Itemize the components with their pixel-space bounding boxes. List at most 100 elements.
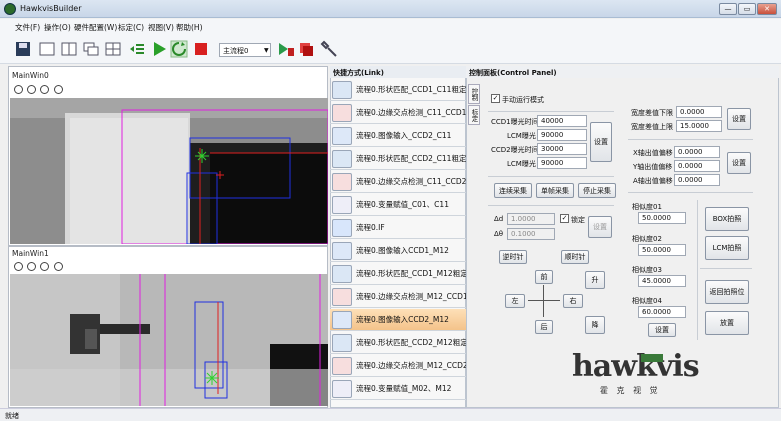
camera-image-1[interactable] <box>10 274 328 406</box>
delta-d-label: Δd <box>494 215 504 223</box>
variable-assign-icon <box>332 379 352 398</box>
link-item[interactable]: 流程0.图像输入CCD2_M12 <box>330 309 466 331</box>
maximize-button[interactable]: ▭ <box>738 3 756 15</box>
minimize-button[interactable]: — <box>719 3 737 15</box>
run-icon[interactable] <box>150 40 168 58</box>
lcm-exposure-input-2[interactable]: 90000 <box>537 157 587 169</box>
lock-checkbox[interactable]: ✓ <box>560 214 569 223</box>
manual-mode-checkbox[interactable]: ✓ <box>491 94 500 103</box>
ccw-button[interactable]: 逆时针 <box>499 250 527 264</box>
edge-intersection-icon <box>332 287 352 306</box>
zoom-fit-icon[interactable] <box>40 262 49 271</box>
width-set-button[interactable]: 设置 <box>727 108 751 130</box>
down-button[interactable]: 降 <box>585 316 605 334</box>
delta-set-button[interactable]: 设置 <box>588 216 612 238</box>
menu-view[interactable]: 视图(V) <box>148 22 174 33</box>
stop-all-icon[interactable] <box>297 40 315 58</box>
link-item-label: 流程0.IF <box>356 223 385 232</box>
similarity-set-button[interactable]: 设置 <box>648 323 676 337</box>
tab-calibrate[interactable]: 标定 <box>468 105 480 125</box>
zoom-in-icon[interactable] <box>14 262 23 271</box>
menu-operate[interactable]: 操作(O) <box>44 22 71 33</box>
link-item[interactable]: 流程0.边缘交点检测_M12_CCD2 <box>330 355 466 377</box>
zoom-in-icon[interactable] <box>14 85 23 94</box>
menu-help[interactable]: 帮助(H) <box>176 22 203 33</box>
similarity-2-input[interactable]: 50.0000 <box>638 244 686 256</box>
zoom-reset-icon[interactable] <box>54 262 63 271</box>
layout-split-icon[interactable] <box>60 40 78 58</box>
tab-control[interactable]: 控制 <box>468 84 480 104</box>
stop-icon[interactable] <box>192 40 210 58</box>
similarity-3-input[interactable]: 45.0000 <box>638 275 686 287</box>
layout-grid-icon[interactable] <box>104 40 122 58</box>
zoom-out-icon[interactable] <box>27 262 36 271</box>
loop-run-icon[interactable] <box>170 40 188 58</box>
x-offset-input[interactable]: 0.0000 <box>674 146 720 158</box>
menu-hardware[interactable]: 硬件配置(W) <box>74 22 117 33</box>
link-item[interactable]: 流程0.形状匹配_CCD2_M12粗定位 <box>330 332 466 354</box>
link-item[interactable]: 流程0.IF <box>330 217 466 239</box>
layout-single-icon[interactable] <box>38 40 56 58</box>
step-run-icon[interactable] <box>277 40 295 58</box>
box-grab-button[interactable]: BOX拍照 <box>705 207 749 231</box>
edge-intersection-icon <box>332 172 352 191</box>
link-item[interactable]: 流程0.变量赋值_C01、C11 <box>330 194 466 216</box>
tools-icon[interactable] <box>320 40 338 58</box>
menu-file[interactable]: 文件(F) <box>15 22 40 33</box>
link-item[interactable]: 流程0.图像输入CCD1_M12 <box>330 240 466 262</box>
y-offset-input[interactable]: 0.0000 <box>674 160 720 172</box>
edge-intersection-icon <box>332 356 352 375</box>
lcm-exposure-input[interactable]: 90000 <box>537 129 587 141</box>
width-lower-input[interactable]: 0.0000 <box>676 106 722 118</box>
zoom-out-icon[interactable] <box>27 85 36 94</box>
width-upper-label: 宽度差值上限 <box>631 123 673 131</box>
divider <box>628 139 753 140</box>
link-item[interactable]: 流程0.边缘交点检测_C11_CCD2 <box>330 171 466 193</box>
ccd1-exposure-input[interactable]: 40000 <box>537 115 587 127</box>
layout-stack-icon[interactable] <box>82 40 100 58</box>
return-position-button[interactable]: 返回拍照位 <box>705 280 749 304</box>
save-icon[interactable] <box>14 40 32 58</box>
single-capture-button[interactable]: 单帧采集 <box>536 183 574 198</box>
link-item[interactable]: 流程0.形状匹配_CCD1_M12粗定位 <box>330 263 466 285</box>
exposure-set-button[interactable]: 设置 <box>590 122 612 162</box>
link-item[interactable]: 流程0.形状匹配_CCD1_C11粗定位 <box>330 79 466 101</box>
width-upper-input[interactable]: 15.0000 <box>676 120 722 132</box>
divider-vertical <box>697 200 698 340</box>
lcm-exposure-label: LCM曝光 <box>507 132 536 140</box>
lcm-grab-button[interactable]: LCM拍照 <box>705 236 749 260</box>
similarity-3-label: 相似度03 <box>632 266 662 274</box>
divider <box>488 205 614 206</box>
offset-set-button[interactable]: 设置 <box>727 152 751 174</box>
camera-image-0[interactable] <box>10 98 328 244</box>
image-input-icon <box>332 241 352 260</box>
zoom-reset-icon[interactable] <box>54 85 63 94</box>
close-button[interactable]: ✕ <box>757 3 777 15</box>
cw-button[interactable]: 顺时针 <box>561 250 589 264</box>
up-button[interactable]: 升 <box>585 271 605 289</box>
ccd2-exposure-input[interactable]: 30000 <box>537 143 587 155</box>
stop-capture-button[interactable]: 停止采集 <box>578 183 616 198</box>
right-button[interactable]: 右 <box>563 294 583 308</box>
back-button[interactable]: 后 <box>535 320 553 334</box>
link-item[interactable]: 流程0.边缘交点检测_C11_CCD1 <box>330 102 466 124</box>
delta-theta-input[interactable]: 0.1000 <box>507 228 555 240</box>
link-item[interactable]: 流程0.边缘交点检测_M12_CCD1 <box>330 286 466 308</box>
a-offset-input[interactable]: 0.0000 <box>674 174 720 186</box>
title-bar <box>0 0 781 18</box>
continuous-capture-button[interactable]: 连续采集 <box>494 183 532 198</box>
delta-d-input[interactable]: 1.0000 <box>507 213 555 225</box>
link-item[interactable]: 流程0.图像输入_CCD2_C11 <box>330 125 466 147</box>
similarity-1-input[interactable]: 50.0000 <box>638 212 686 224</box>
menu-calibrate[interactable]: 标定(C) <box>118 22 144 33</box>
link-item[interactable]: 流程0.变量赋值_M02、M12 <box>330 378 466 400</box>
place-button[interactable]: 放置 <box>705 311 749 335</box>
similarity-4-input[interactable]: 60.0000 <box>638 306 686 318</box>
chevron-down-icon: ▼ <box>264 47 269 54</box>
left-button[interactable]: 左 <box>505 294 525 308</box>
list-icon[interactable] <box>128 40 146 58</box>
zoom-fit-icon[interactable] <box>40 85 49 94</box>
link-item[interactable]: 流程0.形状匹配_CCD2_C11粗定位 <box>330 148 466 170</box>
forward-button[interactable]: 前 <box>535 270 553 284</box>
mainwin1-title: MainWin1 <box>12 249 49 258</box>
